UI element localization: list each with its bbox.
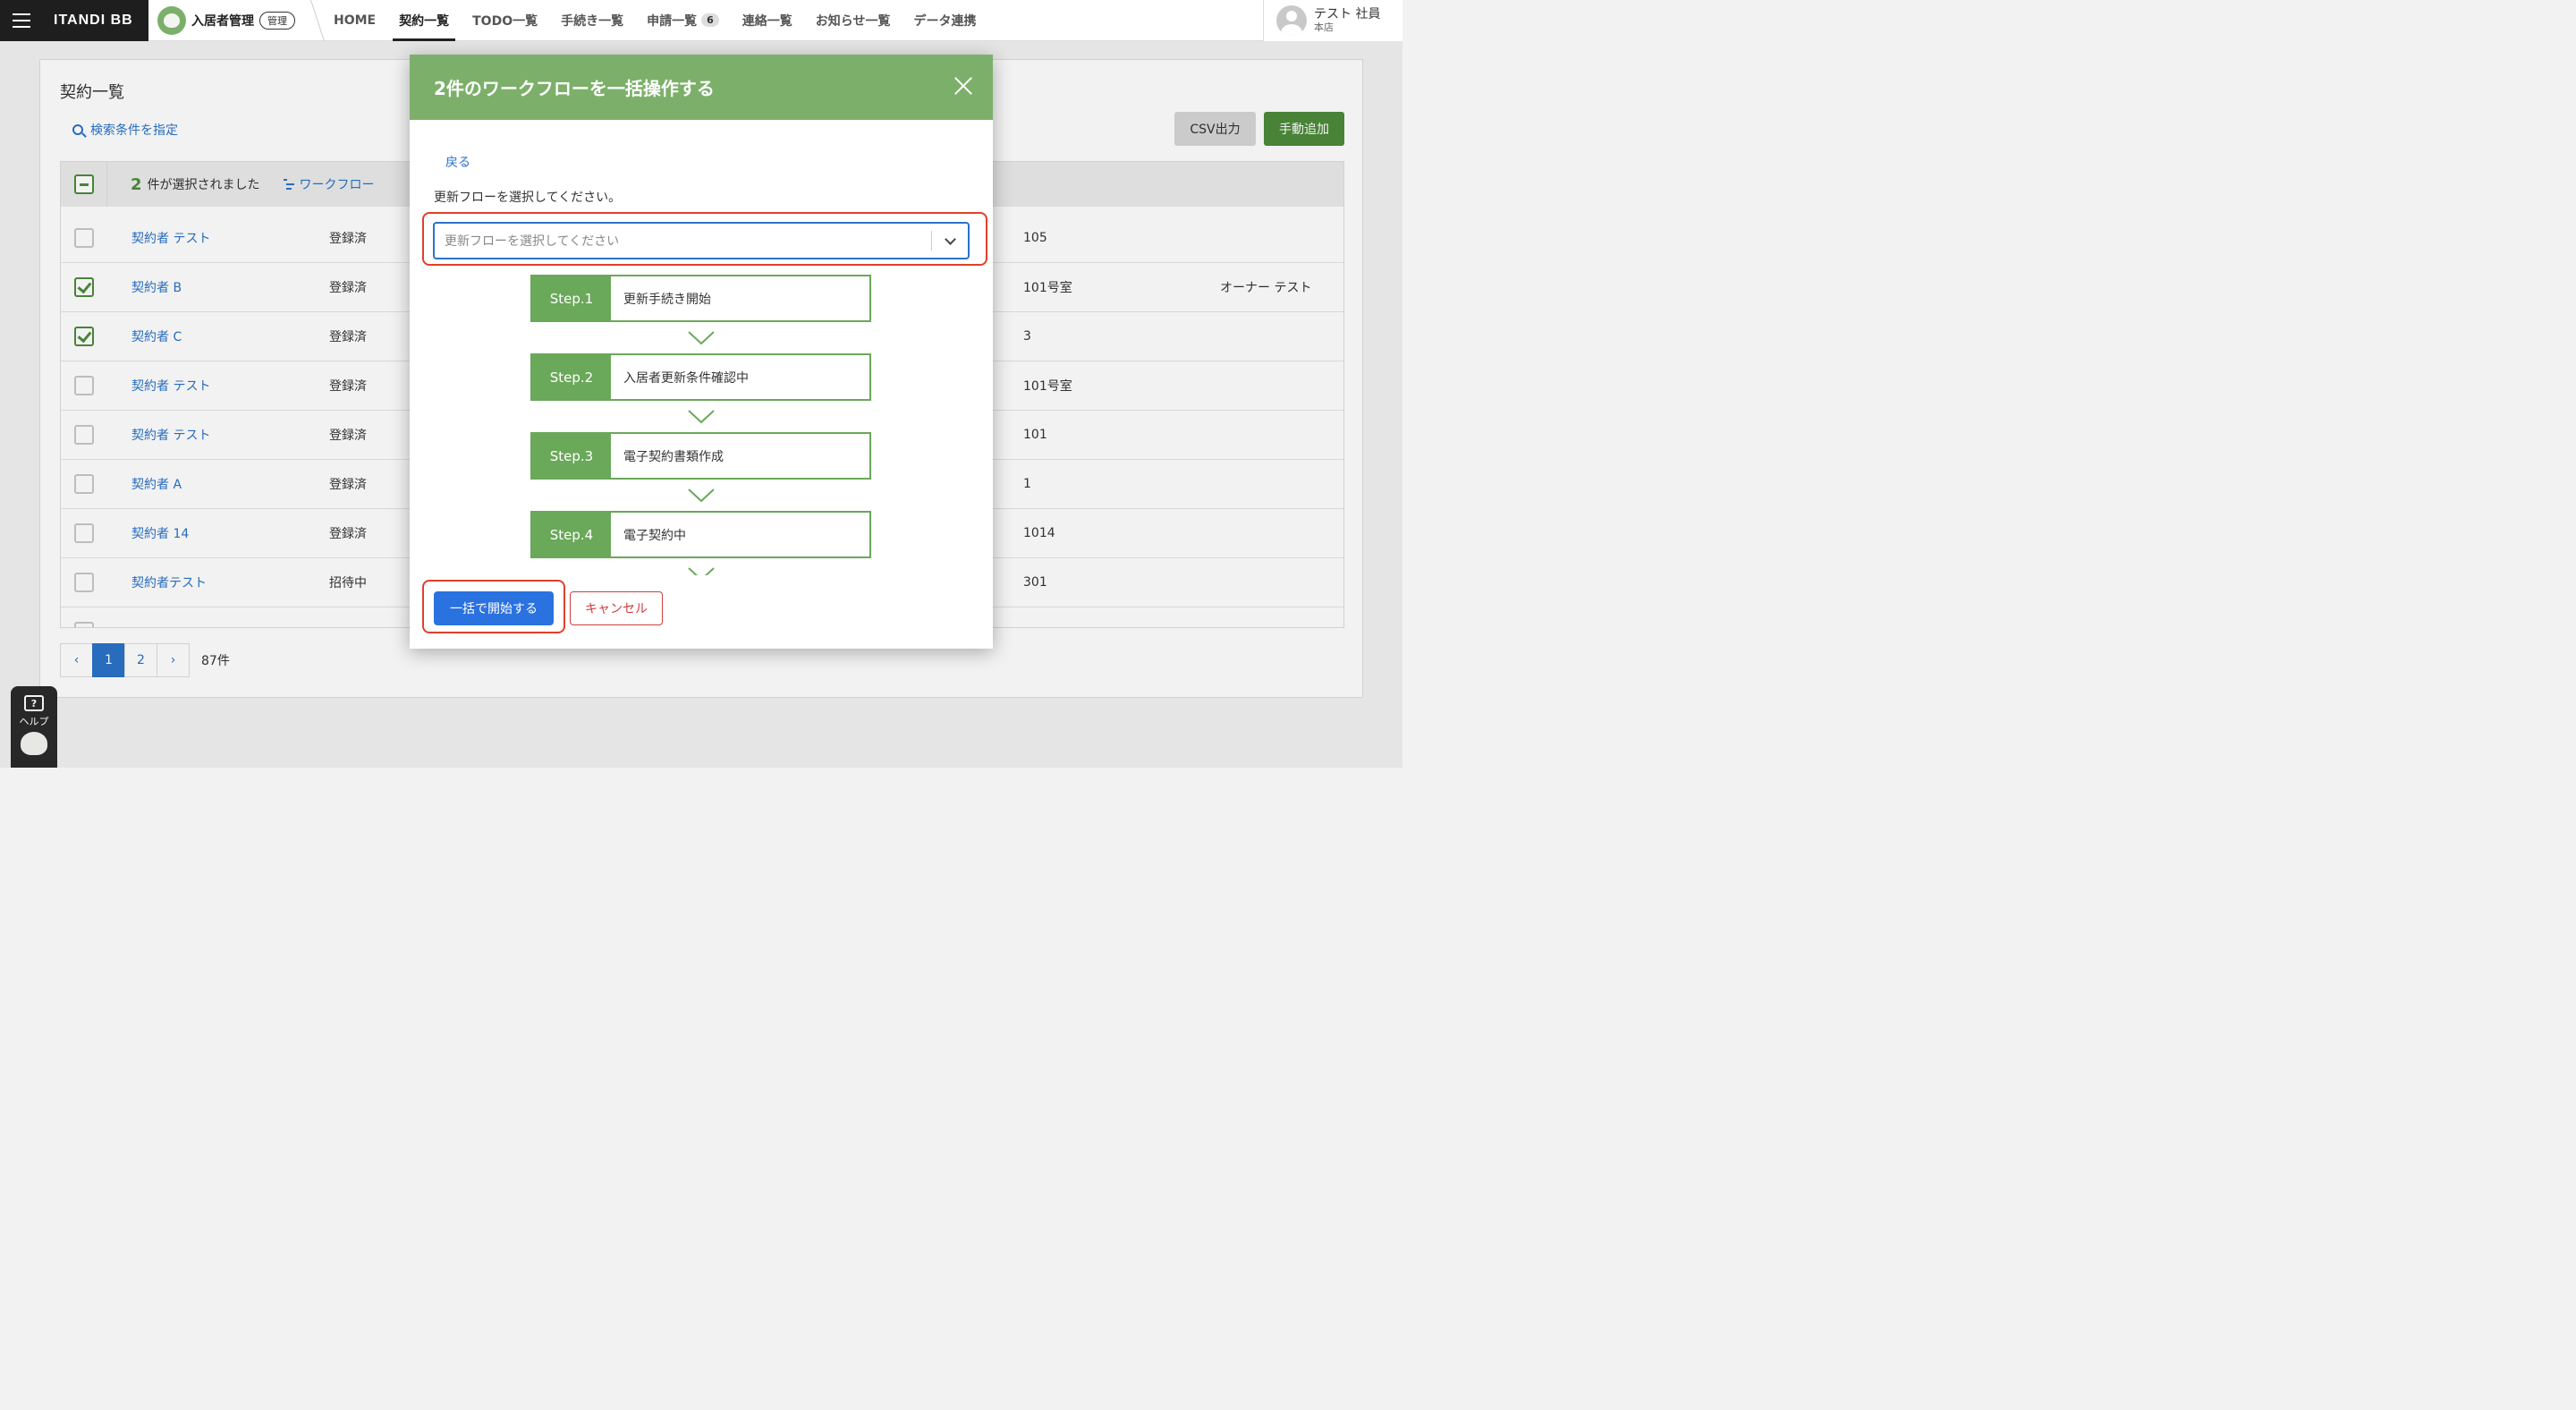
step-number: Step.2 xyxy=(532,355,611,399)
avatar-icon xyxy=(1276,5,1307,36)
hamburger-icon[interactable] xyxy=(13,13,30,28)
nav-item-label: 手続き一覧 xyxy=(561,13,624,29)
nav-item-label: 連絡一覧 xyxy=(741,13,792,29)
bear-mascot-icon xyxy=(157,5,186,35)
nav-item[interactable]: 契約一覧 xyxy=(387,0,461,41)
workflow-step: Step.2 入居者更新条件確認中 xyxy=(530,353,871,401)
user-branch: 本店 xyxy=(1314,21,1334,33)
step-number: Step.3 xyxy=(532,434,611,478)
product-switcher[interactable]: 入居者管理 管理 xyxy=(148,0,311,41)
admin-badge: 管理 xyxy=(259,11,295,30)
top-navigation: ITANDI BB 入居者管理 管理 HOME 契約一覧 TODO一覧 手続き一覧 申請… xyxy=(0,0,1402,41)
back-link[interactable]: 戻る xyxy=(445,153,470,171)
workflow-step: Step.4 電子契約中 xyxy=(530,511,871,558)
brand-block: ITANDI BB xyxy=(0,0,148,41)
step-number: Step.4 xyxy=(532,513,611,556)
nav-item[interactable]: 申請一覧 6 xyxy=(635,0,731,41)
chevron-down-icon xyxy=(688,567,715,575)
step-name: 入居者更新条件確認中 xyxy=(623,370,749,386)
workflow-step: Step.3 電子契約書類作成 xyxy=(530,432,871,480)
brand-logo[interactable]: ITANDI BB xyxy=(54,13,133,29)
chevron-down-icon xyxy=(688,410,715,424)
bulk-workflow-modal: 2件のワークフローを一括操作する 戻る 更新フローを選択してください。 更新フロ… xyxy=(410,55,993,649)
nav-item-label: 申請一覧 xyxy=(647,13,698,29)
renewal-flow-select[interactable]: 更新フローを選択してください xyxy=(433,222,970,259)
nav-count-badge: 6 xyxy=(701,13,719,27)
nav-item[interactable]: HOME xyxy=(322,0,387,41)
nav-item[interactable]: データ連携 xyxy=(902,0,988,41)
step-number: Step.1 xyxy=(532,276,611,320)
chevron-down-icon[interactable] xyxy=(932,223,968,259)
close-icon[interactable] xyxy=(953,76,973,96)
select-placeholder: 更新フローを選択してください xyxy=(445,234,620,249)
nav-item-label: 契約一覧 xyxy=(399,13,450,29)
workflow-steps: Step.1 更新手続き開始 Step.2 入居者更新条件確認中 Step.3 電子契約書… xyxy=(530,275,872,575)
user-name: テスト 社員 xyxy=(1314,7,1381,22)
nav-item-label: お知らせ一覧 xyxy=(815,13,891,29)
flow-select-label: 更新フローを選択してください。 xyxy=(434,191,622,205)
product-name: 入居者管理 xyxy=(191,13,254,29)
modal-title: 2件のワークフローを一括操作する xyxy=(434,78,715,99)
nav-item[interactable]: TODO一覧 xyxy=(461,0,549,41)
nav-item-label: データ連携 xyxy=(913,13,977,29)
chevron-down-icon xyxy=(688,331,715,345)
nav-item-label: TODO一覧 xyxy=(472,13,538,29)
nav-item-label: HOME xyxy=(334,13,377,28)
step-name: 更新手続き開始 xyxy=(623,292,711,307)
user-menu[interactable]: テスト 社員 本店 xyxy=(1263,0,1402,41)
nav-item[interactable]: 連絡一覧 xyxy=(731,0,804,41)
user-info: テスト 社員 本店 xyxy=(1314,7,1381,33)
workflow-step: Step.1 更新手続き開始 xyxy=(530,275,871,322)
chevron-down-icon xyxy=(688,488,715,503)
step-name: 電子契約中 xyxy=(623,528,686,543)
cancel-button[interactable]: キャンセル xyxy=(570,591,663,625)
bulk-start-button[interactable]: 一括で開始する xyxy=(434,591,554,625)
modal-header: 2件のワークフローを一括操作する xyxy=(410,55,993,120)
nav-item[interactable]: お知らせ一覧 xyxy=(804,0,902,41)
step-name: 電子契約書類作成 xyxy=(623,449,724,464)
main-nav: HOME 契約一覧 TODO一覧 手続き一覧 申請一覧 6 連絡一覧 お知らせ一覧 データ連携 xyxy=(322,0,988,41)
nav-item[interactable]: 手続き一覧 xyxy=(549,0,635,41)
